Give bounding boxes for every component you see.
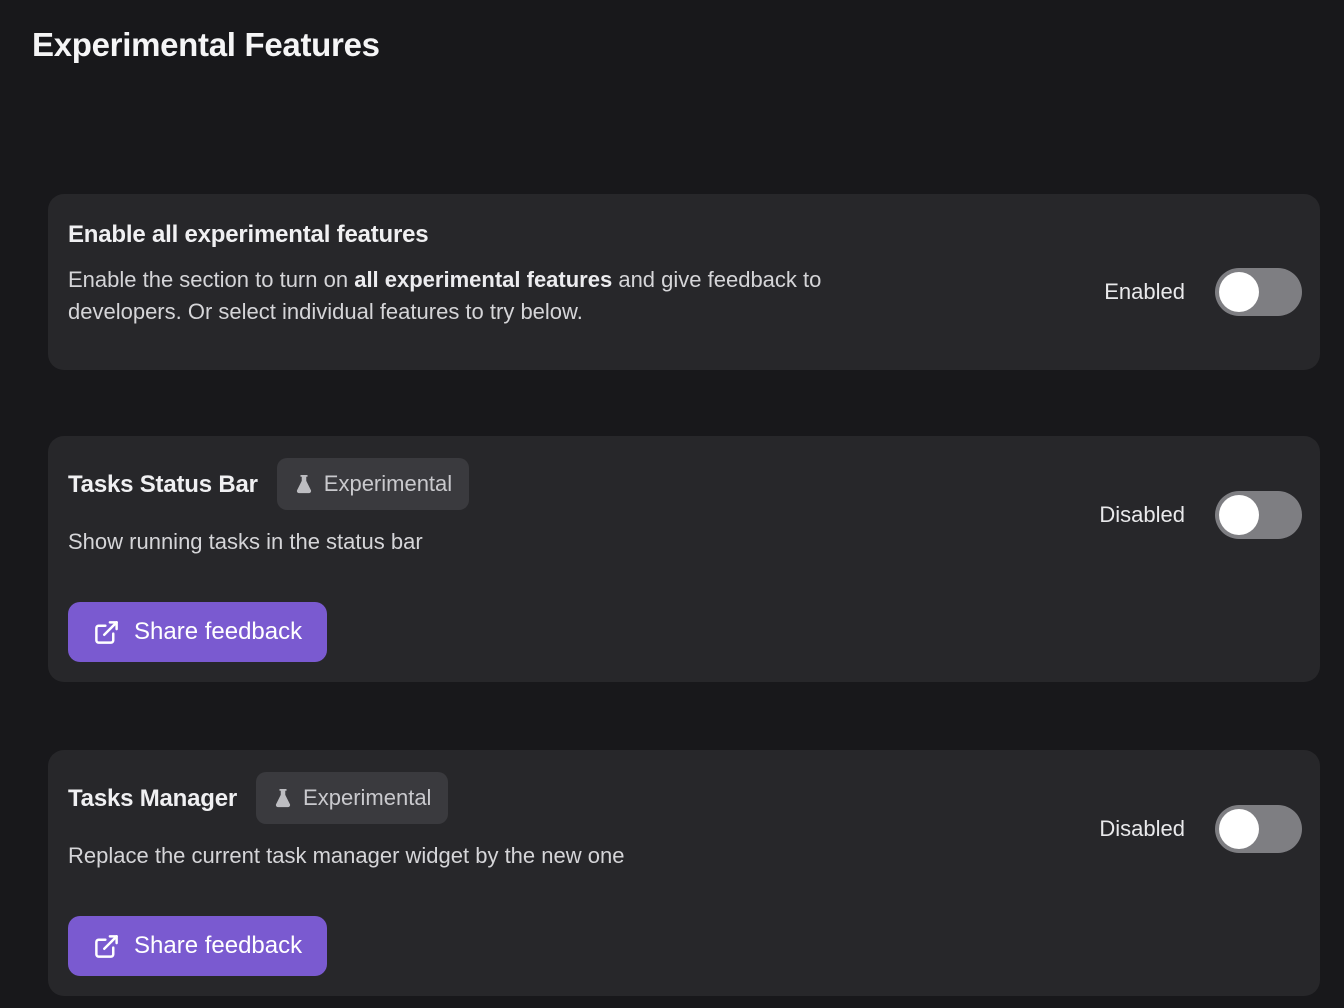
card-description: Enable the section to turn on all experi… bbox=[68, 264, 1068, 328]
toggle-group: Disabled bbox=[1099, 805, 1302, 853]
toggle-knob bbox=[1219, 272, 1259, 312]
experimental-badge: Experimental bbox=[277, 458, 469, 510]
card-tasks-manager: Tasks Manager Experimental Replace the c… bbox=[48, 750, 1320, 996]
description-bold-text: all experimental features bbox=[354, 267, 612, 292]
badge-label: Experimental bbox=[324, 471, 452, 497]
tasks-manager-toggle[interactable] bbox=[1215, 805, 1302, 853]
badge-label: Experimental bbox=[303, 785, 431, 811]
description-text: and give feedback to bbox=[612, 267, 821, 292]
share-feedback-button[interactable]: Share feedback bbox=[68, 602, 327, 662]
toggle-state-label: Disabled bbox=[1099, 502, 1185, 528]
card-description: Replace the current task manager widget … bbox=[68, 840, 1068, 872]
card-description: Show running tasks in the status bar bbox=[68, 526, 1068, 558]
card-tasks-status-bar: Tasks Status Bar Experimental Show runni… bbox=[48, 436, 1320, 682]
toggle-group: Enabled bbox=[1104, 268, 1302, 316]
card-title: Enable all experimental features bbox=[68, 218, 1300, 251]
card-enable-all-experimental: Enable all experimental features Enable … bbox=[48, 194, 1320, 370]
enable-all-toggle[interactable] bbox=[1215, 268, 1302, 316]
card-title: Tasks Manager bbox=[68, 782, 237, 815]
flask-icon bbox=[273, 787, 293, 809]
toggle-knob bbox=[1219, 809, 1259, 849]
flask-icon bbox=[294, 473, 314, 495]
external-link-icon bbox=[93, 619, 120, 646]
share-feedback-label: Share feedback bbox=[134, 932, 302, 960]
share-feedback-button[interactable]: Share feedback bbox=[68, 916, 327, 976]
tasks-status-bar-toggle[interactable] bbox=[1215, 491, 1302, 539]
external-link-icon bbox=[93, 933, 120, 960]
toggle-group: Disabled bbox=[1099, 491, 1302, 539]
page-title: Experimental Features bbox=[32, 26, 380, 64]
description-text: Enable the section to turn on bbox=[68, 267, 354, 292]
toggle-knob bbox=[1219, 495, 1259, 535]
experimental-badge: Experimental bbox=[256, 772, 448, 824]
description-text: developers. Or select individual feature… bbox=[68, 299, 583, 324]
toggle-state-label: Enabled bbox=[1104, 279, 1185, 305]
card-title: Tasks Status Bar bbox=[68, 468, 258, 501]
toggle-state-label: Disabled bbox=[1099, 816, 1185, 842]
share-feedback-label: Share feedback bbox=[134, 618, 302, 646]
